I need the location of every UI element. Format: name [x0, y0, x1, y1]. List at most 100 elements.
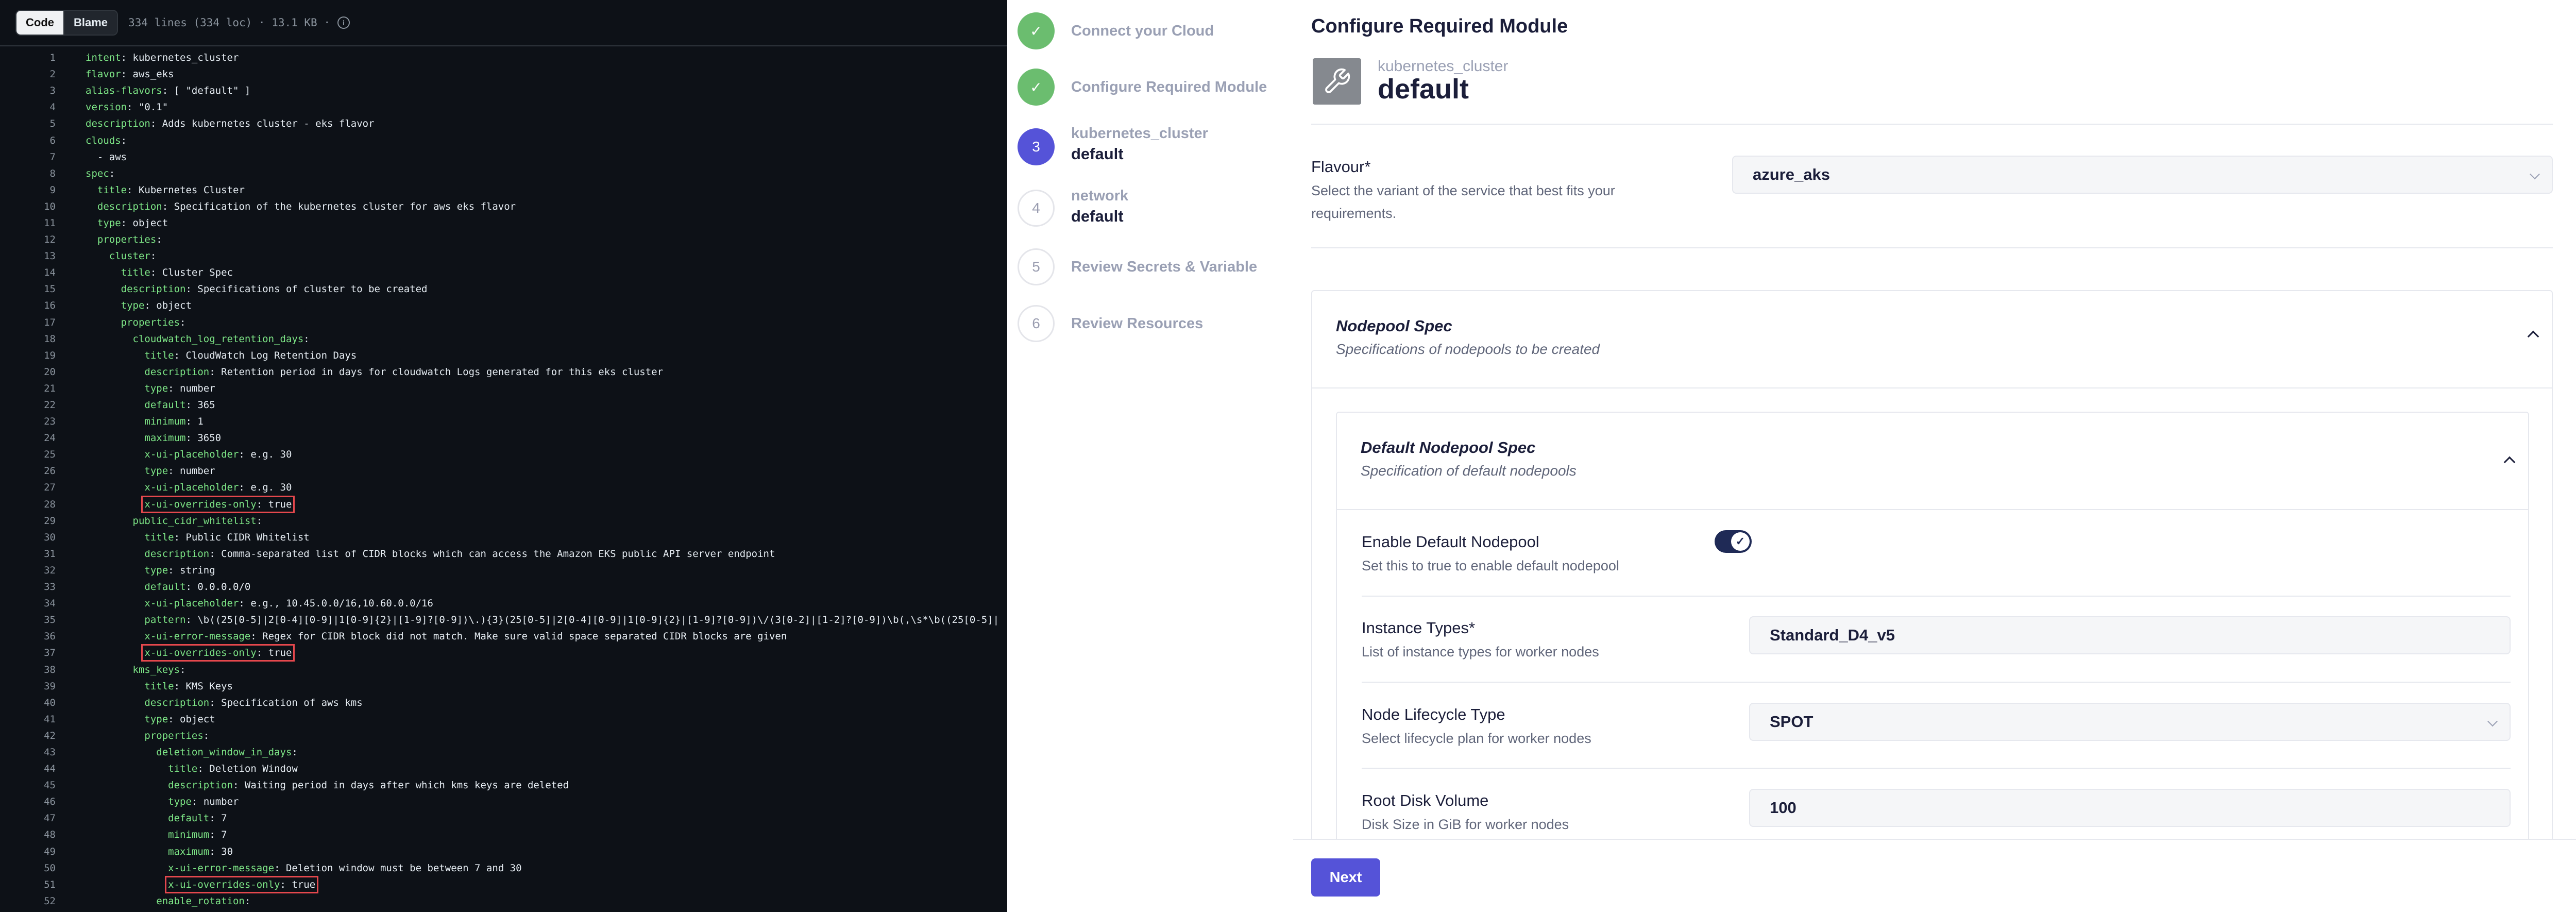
- enable-default-nodepool-toggle[interactable]: ✓: [1715, 530, 1752, 553]
- code-line: 34 x-ui-placeholder: e.g., 10.45.0.0/16,…: [0, 595, 1007, 612]
- yaml-key: properties: [97, 234, 157, 246]
- code-body: type: string: [144, 565, 215, 576]
- line-number: 28: [44, 498, 56, 510]
- yaml-colon: :: [209, 548, 215, 560]
- code-body: minimum: 1: [144, 416, 203, 427]
- line-number: 4: [49, 102, 56, 113]
- yaml-key: kms_keys: [132, 664, 180, 675]
- info-icon[interactable]: i: [337, 16, 350, 29]
- code-text: type: number: [86, 383, 215, 394]
- line-number: 39: [44, 680, 56, 692]
- yaml-value: 3650: [191, 432, 222, 444]
- yaml-value: Comma-separated list of CIDR blocks whic…: [215, 548, 775, 560]
- node-lifecycle-type-label: Node Lifecycle Type: [1362, 705, 1505, 723]
- yaml-colon: :: [144, 300, 150, 312]
- chevron-up-icon[interactable]: [2503, 456, 2516, 468]
- module-name: default: [1378, 74, 1469, 105]
- node-lifecycle-type-select[interactable]: SPOT: [1749, 703, 2511, 741]
- root-disk-volume-input[interactable]: 100: [1749, 789, 2511, 827]
- yaml-value: Deletion window must be between 7 and 30: [280, 862, 522, 874]
- step-title: Review Resources: [1071, 315, 1204, 332]
- code-body: x-ui-placeholder: e.g. 30: [144, 482, 292, 493]
- blame-tab-button[interactable]: Blame: [63, 11, 117, 35]
- yaml-value: object: [174, 713, 215, 725]
- line-number: 43: [44, 746, 56, 758]
- code-tab-button[interactable]: Code: [16, 11, 63, 35]
- step-connect-cloud[interactable]: ✓ Connect your Cloud: [1018, 12, 1214, 49]
- yaml-key: x-ui-placeholder: [144, 598, 239, 610]
- yaml-colon: :: [156, 234, 162, 246]
- code-body: description: Waiting period in days afte…: [168, 780, 569, 791]
- yaml-colon: :: [191, 796, 198, 808]
- yaml-key: title: [168, 763, 198, 775]
- code-text: title: Kubernetes Cluster: [86, 184, 245, 196]
- instance-types-input[interactable]: Standard_D4_v5: [1749, 616, 2511, 654]
- yaml-value: number: [174, 465, 215, 477]
- code-line: 6 clouds:: [0, 132, 1007, 148]
- yaml-key: version: [86, 102, 127, 113]
- yaml-value: e.g. 30: [244, 482, 292, 494]
- yaml-key: default: [144, 399, 186, 411]
- yaml-key: x-ui-overrides-only: [144, 498, 257, 510]
- chevron-up-icon[interactable]: [2527, 330, 2539, 343]
- code-line: 35 pattern: \b((25[0-5]|2[0-4][0-9]|1[0-…: [0, 612, 1007, 628]
- node-lifecycle-type-description: Select lifecycle plan for worker nodes: [1362, 731, 1591, 746]
- yaml-colon: :: [203, 730, 210, 741]
- yaml-value: true: [285, 878, 316, 890]
- code-body: clouds:: [86, 135, 127, 146]
- code-text: description: Adds kubernetes cluster - e…: [86, 118, 375, 129]
- line-number: 11: [44, 217, 56, 229]
- yaml-colon: :: [168, 564, 174, 576]
- line-number: 35: [44, 614, 56, 626]
- yaml-colon: :: [168, 382, 174, 394]
- step-network[interactable]: 4 network default: [1018, 188, 1128, 227]
- line-number: 37: [44, 647, 56, 659]
- code-body: default: 7: [168, 813, 227, 824]
- code-body: minimum: 7: [168, 829, 227, 840]
- yaml-value: true: [262, 647, 292, 659]
- yaml-colon: :: [233, 780, 239, 791]
- yaml-value: e.g., 10.45.0.0/16,10.60.0.0/16: [244, 598, 433, 610]
- enable-default-nodepool-description: Set this to true to enable default nodep…: [1362, 558, 1619, 573]
- code-line: 36 x-ui-error-message: Regex for CIDR bl…: [0, 628, 1007, 645]
- step-review-resources[interactable]: 6 Review Resources: [1018, 305, 1203, 342]
- file-info: 334 lines (334 loc) · 13.1 KB ·: [128, 16, 330, 29]
- yaml-key: intent: [86, 52, 121, 64]
- line-number: 44: [44, 763, 56, 775]
- code-line: 38 kms_keys:: [0, 661, 1007, 678]
- line-number: 24: [44, 432, 56, 444]
- yaml-colon: :: [185, 416, 192, 428]
- code-line: 40 description: Specification of aws kms: [0, 695, 1007, 711]
- code-body: title: Cluster Spec: [121, 267, 233, 278]
- yaml-key: maximum: [168, 846, 210, 857]
- yaml-value: Kubernetes Cluster: [132, 184, 245, 196]
- yaml-value: number: [197, 796, 239, 808]
- yaml-key: x-ui-placeholder: [144, 449, 239, 461]
- code-text: spec:: [86, 168, 115, 179]
- code-line: 16 type: object: [0, 297, 1007, 314]
- step-configure-required-module[interactable]: ✓ Configure Required Module: [1018, 69, 1267, 106]
- code-body: spec:: [86, 168, 115, 179]
- yaml-key: description: [86, 118, 150, 130]
- line-number: 36: [44, 631, 56, 643]
- yaml-value: 30: [215, 846, 233, 857]
- yaml-key: title: [144, 680, 174, 692]
- yaml-colon: :: [197, 763, 204, 775]
- flavour-select[interactable]: azure_aks: [1732, 156, 2553, 194]
- code-body: default: 365: [144, 399, 215, 411]
- step-number: 4: [1018, 190, 1055, 227]
- line-number: 26: [44, 465, 56, 477]
- code-line: 7 - aws: [0, 149, 1007, 165]
- yaml-value: 365: [191, 399, 215, 411]
- yaml-value: Public CIDR Whitelist: [180, 531, 310, 543]
- yaml-colon: :: [150, 118, 157, 130]
- next-button[interactable]: Next: [1311, 858, 1380, 897]
- step-kubernetes-cluster[interactable]: 3 kubernetes_cluster default: [1018, 125, 1208, 165]
- step-review-secrets[interactable]: 5 Review Secrets & Variable: [1018, 248, 1257, 285]
- code-text: x-ui-placeholder: e.g., 10.45.0.0/16,10.…: [86, 598, 433, 609]
